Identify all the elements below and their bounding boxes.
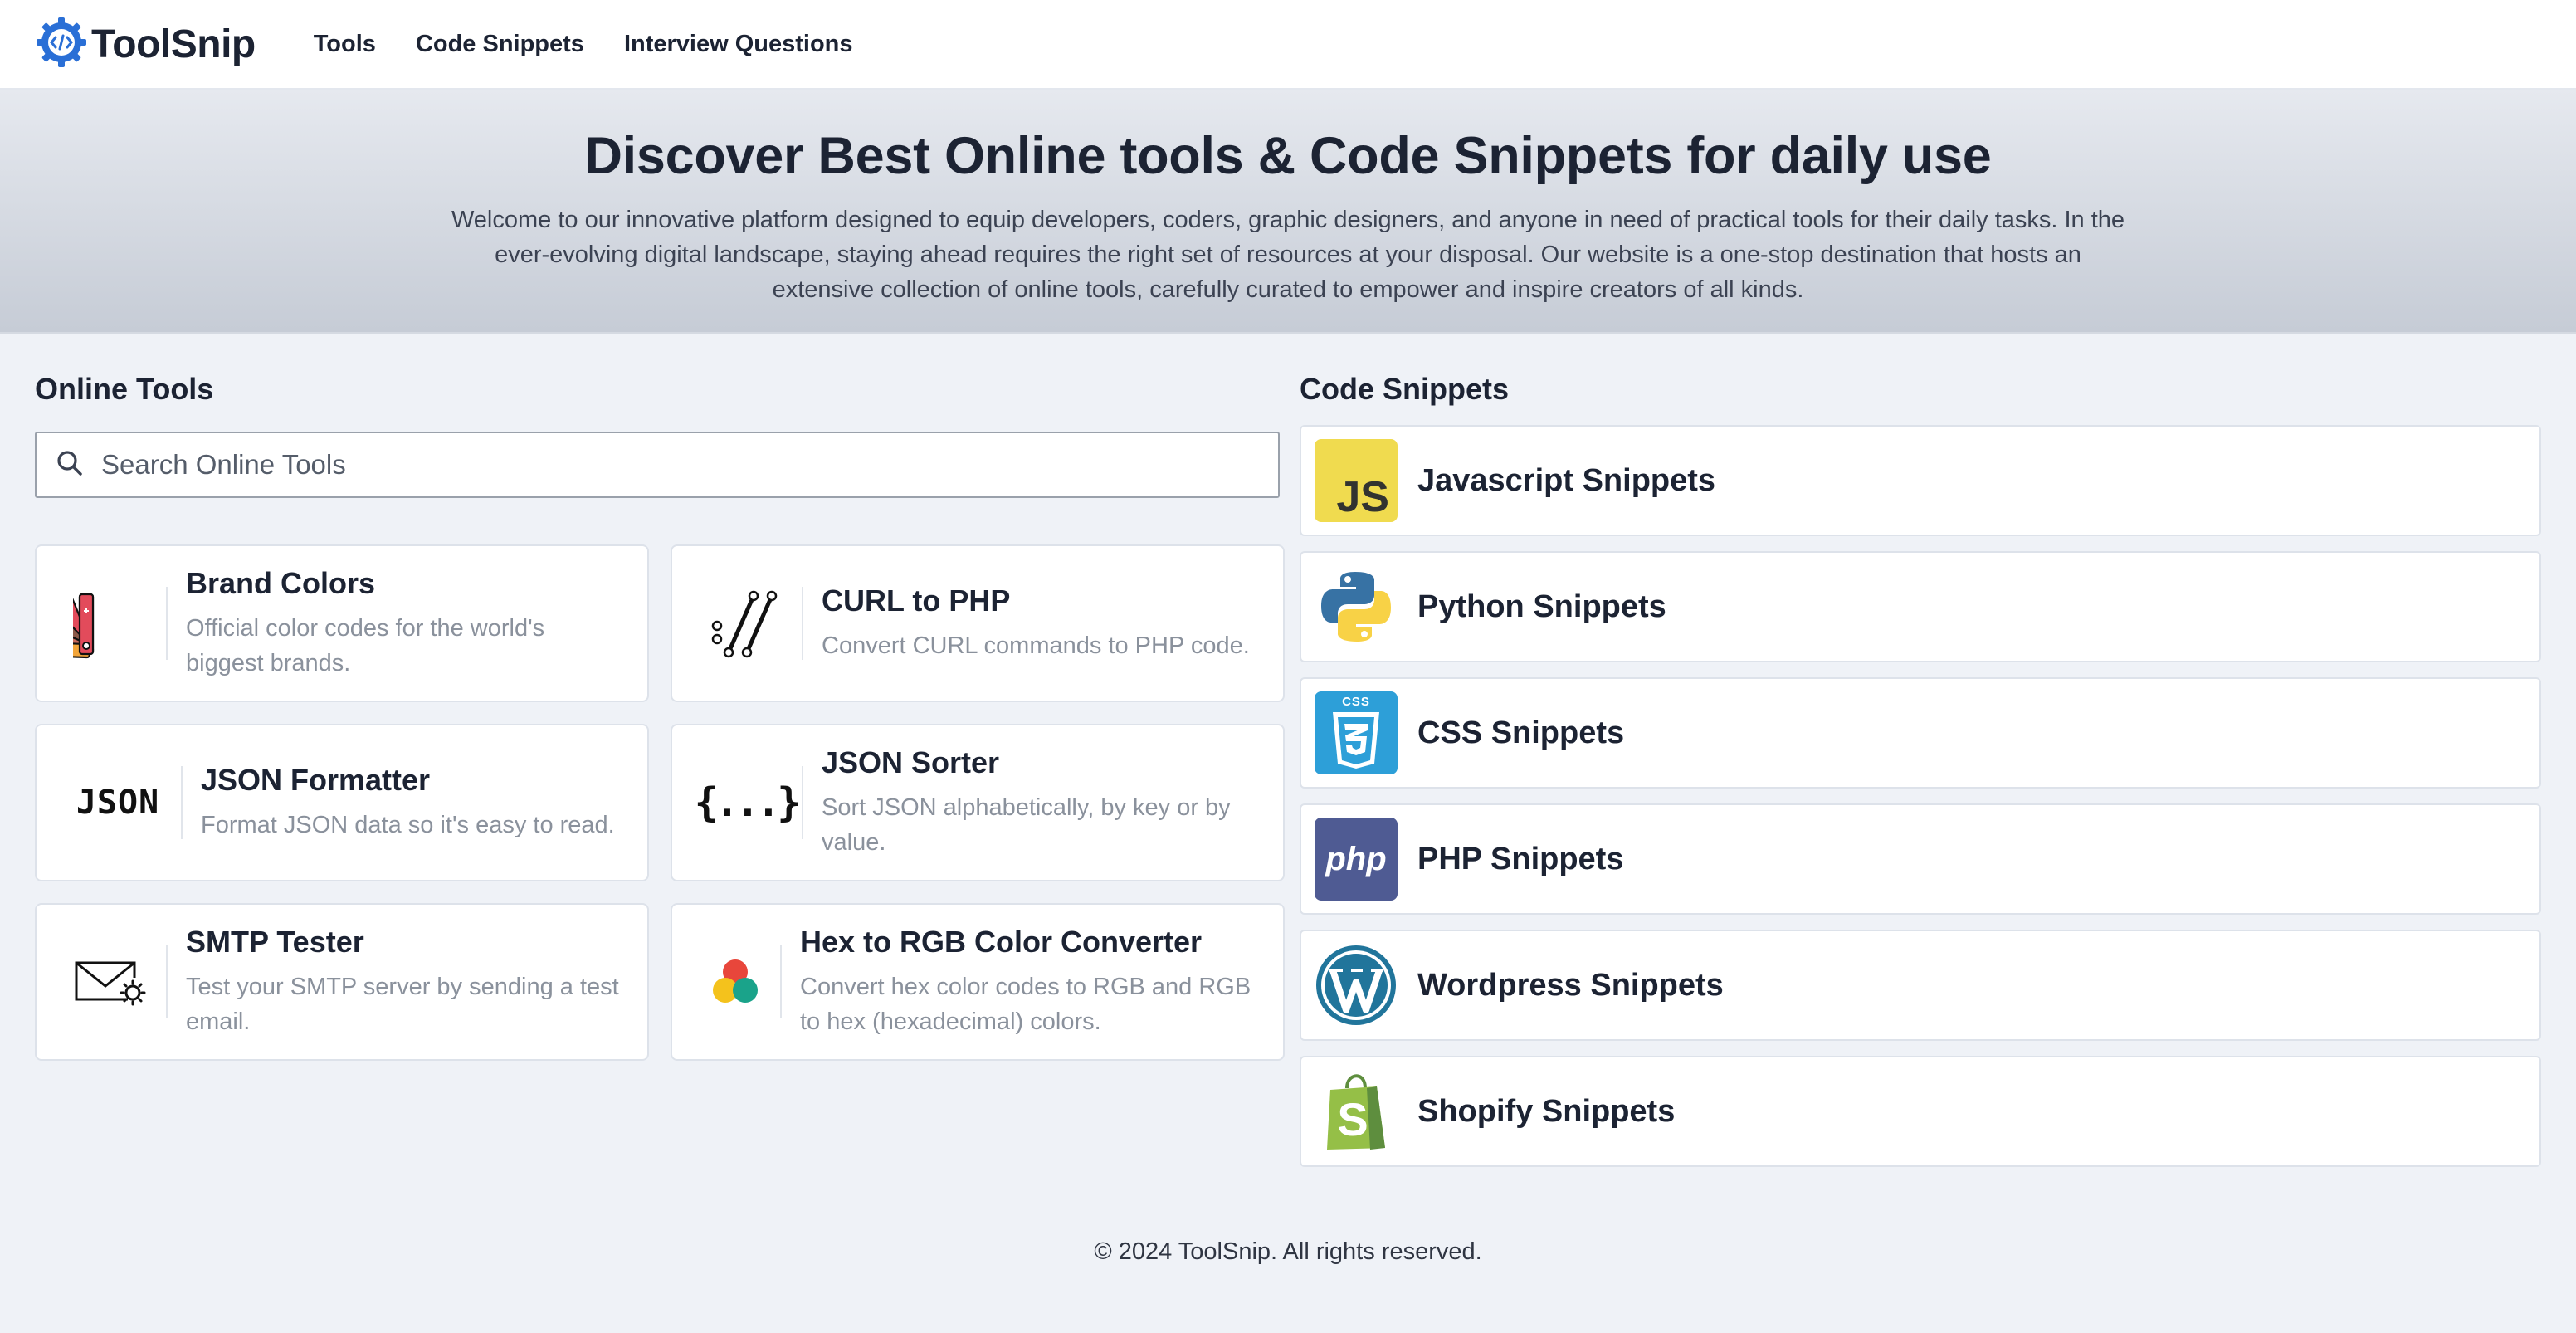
snippet-item-wordpress[interactable]: Wordpress Snippets [1300,930,2541,1041]
brand-name: ToolSnip [91,22,256,66]
footer-copyright: © 2024 ToolSnip. All rights reserved. [1094,1238,1482,1265]
snippet-label: Python Snippets [1417,588,1666,624]
tool-card-smtp-tester[interactable]: SMTP Tester Test your SMTP server by sen… [35,903,649,1061]
card-divider [166,945,168,1018]
curl-slashes-icon [709,586,783,661]
code-snippets-section: Code Snippets JS Javascript Snippets Pyt… [1300,372,2541,1167]
shopify-logo-letter: S [1337,1092,1368,1145]
card-divider [166,587,168,660]
search-icon [55,448,85,482]
tool-description: Convert CURL commands to PHP code. [822,632,1250,659]
json-text-icon: JSON [73,765,163,840]
snippet-item-shopify[interactable]: S Shopify Snippets [1300,1056,2541,1167]
tool-description: Test your SMTP server by sending a test … [186,974,619,1035]
online-tools-heading: Online Tools [35,372,214,406]
tool-card-text: CURL to PHP Convert CURL commands to PHP… [822,583,1250,663]
tool-description: Format JSON data so it's easy to read. [201,812,615,838]
card-divider [181,766,183,839]
css3-logo-icon: CSS [1315,691,1398,774]
snippet-label: Wordpress Snippets [1417,967,1724,1003]
javascript-logo-icon: JS [1315,439,1398,522]
tool-card-brand-colors[interactable]: Brand Colors Official color codes for th… [35,544,649,702]
search-input[interactable] [100,448,1278,481]
php-logo-text: php [1325,840,1387,877]
json-icon-label: JSON [76,784,160,822]
tool-card-json-formatter[interactable]: JSON JSON Formatter Format JSON data so … [35,724,649,881]
rgb-circles-icon [709,945,762,1019]
code-gear-icon [35,16,88,73]
wordpress-logo-icon [1315,944,1398,1027]
snippet-label: Javascript Snippets [1417,462,1716,498]
tool-card-hex-to-rgb[interactable]: Hex to RGB Color Converter Convert hex c… [671,903,1285,1061]
snippet-label: Shopify Snippets [1417,1093,1676,1129]
tool-title: JSON Sorter [822,745,1000,779]
tool-card-curl-to-php[interactable]: CURL to PHP Convert CURL commands to PHP… [671,544,1285,702]
tool-card-text: Brand Colors Official color codes for th… [186,566,622,681]
snippet-item-javascript[interactable]: JS Javascript Snippets [1300,425,2541,536]
snippet-item-php[interactable]: php PHP Snippets [1300,803,2541,915]
color-swatch-fan-icon [73,586,148,661]
tool-title: CURL to PHP [822,583,1011,618]
tool-description: Sort JSON alphabetically, by key or by v… [822,794,1231,856]
snippet-list: JS Javascript Snippets Python Snippets C… [1300,425,2541,1167]
card-divider [802,766,803,839]
php-logo-icon: php [1315,818,1398,901]
tool-card-text: JSON Sorter Sort JSON alphabetically, by… [822,745,1258,860]
snippet-label: CSS Snippets [1417,715,1625,750]
card-divider [802,587,803,660]
tool-title: Brand Colors [186,566,376,600]
main-content: Online Tools Search Online Tools Brand C… [0,372,2576,1167]
tool-title: Hex to RGB Color Converter [800,925,1203,959]
code-snippets-heading: Code Snippets [1300,372,1510,406]
tools-grid: Brand Colors Official color codes for th… [35,544,1285,1061]
tool-title: SMTP Tester [186,925,364,959]
curly-braces-icon: {...} [695,765,801,840]
nav-link-interview-questions[interactable]: Interview Questions [624,31,853,58]
tool-description: Official color codes for the world's big… [186,615,545,676]
tool-title: JSON Formatter [201,763,431,797]
css-logo-text: CSS [1342,695,1370,709]
tool-card-text: JSON Formatter Format JSON data so it's … [201,763,615,842]
online-tools-section: Online Tools Search Online Tools Brand C… [35,372,1285,1167]
envelope-gear-icon [73,945,148,1019]
top-navbar: ToolSnip Tools Code Snippets Interview Q… [0,0,2576,90]
curly-braces-label: {...} [694,779,801,826]
nav-links: Tools Code Snippets Interview Questions [314,31,853,58]
snippet-label: PHP Snippets [1417,841,1624,876]
javascript-logo-text: JS [1336,473,1389,521]
snippet-item-css[interactable]: CSS CSS Snippets [1300,677,2541,789]
shopify-logo-icon: S [1315,1070,1398,1153]
search-box[interactable] [35,432,1280,498]
nav-link-tools[interactable]: Tools [314,31,376,58]
hero-title: Discover Best Online tools & Code Snippe… [584,127,1992,185]
tool-card-text: Hex to RGB Color Converter Convert hex c… [800,925,1258,1039]
python-logo-icon [1315,565,1398,648]
hero-banner: Discover Best Online tools & Code Snippe… [0,90,2576,334]
tool-card-json-sorter[interactable]: {...} JSON Sorter Sort JSON alphabetical… [671,724,1285,881]
tool-description: Convert hex color codes to RGB and RGB t… [800,974,1251,1035]
snippet-item-python[interactable]: Python Snippets [1300,551,2541,662]
tool-card-text: SMTP Tester Test your SMTP server by sen… [186,925,622,1039]
brand-logo-link[interactable]: ToolSnip [35,16,256,73]
nav-link-code-snippets[interactable]: Code Snippets [416,31,584,58]
hero-description: Welcome to our innovative platform desig… [451,207,2125,303]
card-divider [780,945,782,1018]
